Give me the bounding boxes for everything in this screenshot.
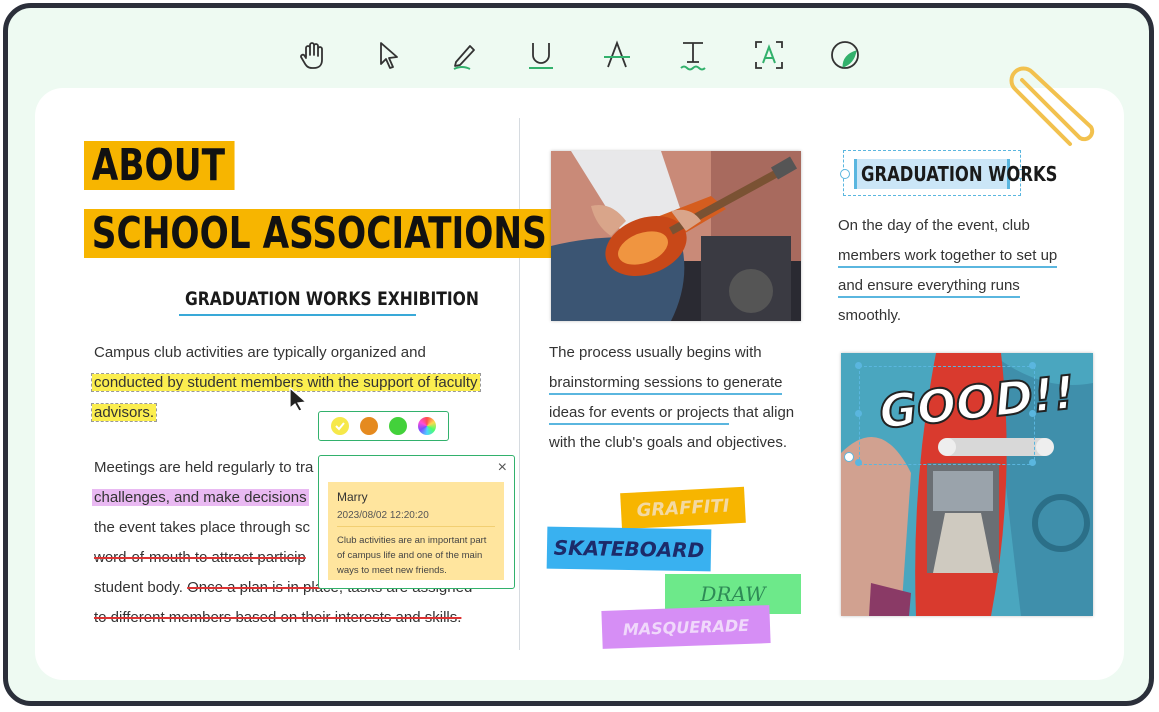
highlighted-text[interactable]: advisors.: [90, 400, 158, 426]
color-yellow-swatch[interactable]: [330, 417, 349, 435]
area-text-icon: [754, 41, 783, 69]
rotate-handle[interactable]: [844, 452, 854, 462]
paragraph-line: Campus club activities are typically org…: [94, 344, 426, 361]
underlined-text[interactable]: members work together to set up: [838, 243, 1058, 269]
comment-text: Club activities are an important part of…: [337, 535, 487, 576]
annotation-toolbar: [8, 36, 1149, 76]
highlighted-text[interactable]: challenges, and make decisions: [92, 485, 309, 511]
shape-icon: [830, 41, 859, 69]
paragraph-line: smoothly.: [838, 307, 902, 324]
strikethrough-text[interactable]: word-of-mouth to attract particip: [94, 545, 306, 571]
pen-icon: [453, 45, 475, 70]
section-subtitle: GRADUATION WORKS EXHIBITION: [185, 288, 479, 310]
resize-handle[interactable]: [855, 459, 862, 466]
overlay-selection-box[interactable]: [859, 366, 1035, 465]
area-text-tool[interactable]: [750, 36, 788, 74]
right-heading: GRADUATION WORKS: [861, 162, 1058, 186]
paragraph-line: On the day of the event, club: [838, 217, 1030, 234]
comment-note: Marry 2023/08/02 12:20:20 Club activitie…: [328, 482, 504, 580]
underline-icon: [528, 43, 553, 69]
hand-tool[interactable]: [294, 36, 332, 74]
paragraph-line: the event takes place through sc: [94, 519, 310, 536]
comment-popup: × Marry 2023/08/02 12:20:20 Club activit…: [318, 455, 515, 589]
title-line-2: SCHOOL ASSOCIATIONS: [84, 209, 557, 258]
hand-icon: [299, 42, 323, 69]
close-icon[interactable]: ×: [498, 459, 507, 477]
masquerade-sticker[interactable]: MASQUERADE: [601, 605, 771, 649]
graffiti-sticker[interactable]: GRAFFITI: [620, 486, 746, 530]
strikethrough-text[interactable]: to different members based on their inte…: [94, 605, 461, 631]
strikethrough-tool[interactable]: [598, 36, 636, 74]
text-icon: [679, 42, 706, 71]
underlined-text[interactable]: brainstorming sessions to generate: [549, 370, 783, 396]
skateboard-sticker[interactable]: SKATEBOARD: [546, 526, 712, 572]
underlined-text[interactable]: and ensure everything runs: [838, 273, 1020, 299]
mouse-cursor-icon: [289, 386, 308, 412]
app-window: ABOUT SCHOOL ASSOCIATIONS GRADUATION WOR…: [3, 3, 1154, 706]
resize-handle[interactable]: [1029, 362, 1036, 369]
guitar-photo: [551, 151, 801, 321]
paperclip-icon: [1009, 66, 1095, 146]
document-page: ABOUT SCHOOL ASSOCIATIONS GRADUATION WOR…: [35, 88, 1124, 680]
skateboard-photo: GOOD!!: [841, 353, 1093, 616]
subtitle-underline: [179, 314, 416, 316]
pen-tool[interactable]: [446, 36, 484, 74]
comment-timestamp: 2023/08/02 12:20:20: [337, 510, 495, 527]
color-orange-swatch[interactable]: [359, 417, 378, 435]
paragraph-line: Meetings are held regularly to tra: [94, 459, 314, 476]
color-custom-swatch[interactable]: [418, 417, 437, 435]
resize-handle[interactable]: [1029, 459, 1036, 466]
resize-handle[interactable]: [1029, 410, 1036, 417]
title-line-1: ABOUT: [84, 141, 235, 190]
resize-handle[interactable]: [840, 169, 850, 179]
underline-tool[interactable]: [522, 36, 560, 74]
paragraph-line: with the club's goals and objectives.: [549, 434, 788, 451]
select-cursor-icon: [379, 42, 398, 69]
check-icon: [334, 422, 345, 431]
paragraph-line: ideas for events or projects that align: [549, 400, 794, 426]
color-green-swatch[interactable]: [389, 417, 408, 435]
column-divider: [519, 118, 520, 650]
highlight-color-picker: [318, 411, 449, 441]
shape-tool[interactable]: [826, 36, 864, 74]
text-tool[interactable]: [674, 36, 712, 74]
resize-handle[interactable]: [855, 362, 862, 369]
strikethrough-icon: [603, 40, 630, 68]
select-tool[interactable]: [370, 36, 408, 74]
resize-handle[interactable]: [855, 410, 862, 417]
comment-author: Marry: [337, 490, 368, 504]
paragraph-line: The process usually begins with: [549, 344, 762, 361]
